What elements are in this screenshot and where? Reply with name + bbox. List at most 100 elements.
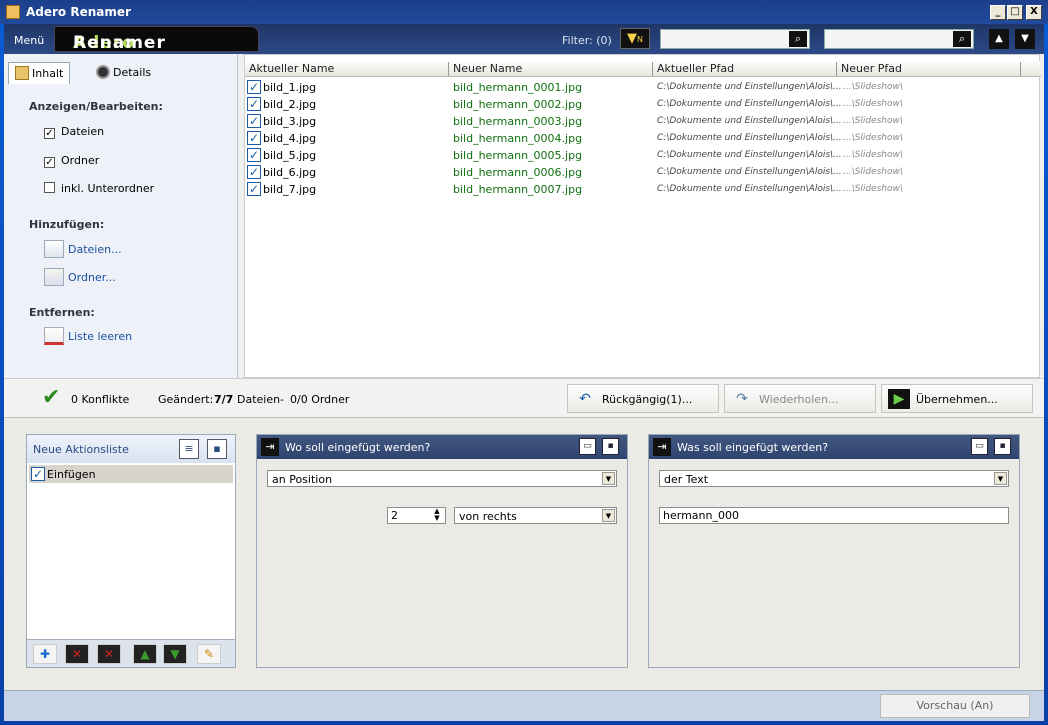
delete-icon[interactable]: ✕ [65, 644, 89, 664]
chevron-down-icon[interactable]: ▼ [602, 509, 615, 522]
move-down-icon[interactable]: ▼ [163, 644, 187, 664]
search-icon[interactable]: ⌕ [953, 31, 971, 47]
position-select[interactable]: an Position ▼ [267, 470, 617, 487]
tab-details[interactable]: Details [96, 62, 151, 84]
where-title: Wo soll eingefügt werden? [285, 441, 431, 454]
checkbox-subfolders-box[interactable] [44, 182, 55, 193]
position-number-stepper[interactable]: 2 ▲ ▼ [387, 507, 446, 524]
column-new-path[interactable]: Neuer Pfad [837, 62, 1021, 76]
remove-heading: Entfernen: [29, 306, 95, 319]
menu-button[interactable]: Menü [14, 34, 44, 47]
table-row[interactable]: ✓ bild_6.jpg bild_hermann_0006.jpg C:\Dokum… [245, 164, 1041, 181]
checkmark-icon: ✔ [42, 385, 61, 410]
tab-content[interactable]: Inhalt [8, 62, 71, 84]
chevron-down-icon[interactable]: ▼ [602, 472, 615, 485]
direction-select[interactable]: von rechts ▼ [454, 507, 617, 524]
table-row[interactable]: ✓ bild_3.jpg bild_hermann_0003.jpg C:\Dokum… [245, 113, 1041, 130]
checkbox-folders[interactable]: ✓ Ordner [44, 154, 99, 168]
changed-files-word: Dateien [237, 393, 281, 406]
filter-icon[interactable]: ▼N [620, 28, 650, 49]
checkbox-subfolders[interactable]: inkl. Unterordner [44, 182, 154, 195]
table-row[interactable]: ✓ bild_5.jpg bild_hermann_0005.jpg C:\Dokum… [245, 147, 1041, 164]
redo-button[interactable]: ↷ Wiederholen... [724, 384, 876, 413]
row-checkbox[interactable]: ✓ [247, 97, 261, 111]
move-up-icon[interactable]: ▲ [133, 644, 157, 664]
save-icon[interactable]: ▪ [207, 439, 227, 459]
add-folder-link[interactable]: Ordner... [44, 268, 116, 286]
search-icon[interactable]: ⌕ [789, 31, 807, 47]
edit-icon[interactable]: ✎ [197, 644, 221, 664]
filter-icon-label: N [637, 35, 643, 44]
changed-separator: - [280, 393, 284, 406]
row-checkbox[interactable]: ✓ [247, 80, 261, 94]
add-action-icon[interactable]: ✚ [33, 644, 57, 664]
column-new-name[interactable]: Neuer Name [449, 62, 653, 76]
action-list-item[interactable]: ✓ Einfügen [29, 465, 233, 483]
insert-type-select[interactable]: der Text ▼ [659, 470, 1009, 487]
show-edit-heading: Anzeigen/Bearbeiten: [29, 100, 163, 113]
spinner-icon[interactable]: ▲ ▼ [430, 508, 444, 523]
row-checkbox[interactable]: ✓ [247, 148, 261, 162]
add-folder-icon [44, 268, 64, 286]
table-row[interactable]: ✓ bild_4.jpg bild_hermann_0004.jpg C:\Dokum… [245, 130, 1041, 147]
title-bar: Adero Renamer _ □ X [0, 0, 1048, 24]
new-icon[interactable]: ▭ [579, 438, 596, 455]
tab-details-label: Details [113, 66, 152, 79]
undo-label: Rückgängig(1)... [602, 393, 693, 406]
arrow-down-icon[interactable]: ▼ [1015, 29, 1035, 49]
search-input-2[interactable]: ⌕ [824, 29, 974, 49]
table-row[interactable]: ✓ bild_2.jpg bild_hermann_0002.jpg C:\Dokum… [245, 96, 1041, 113]
insert-icon: ⇥ [261, 438, 279, 456]
row-checkbox[interactable]: ✓ [247, 182, 261, 196]
new-icon[interactable]: ▭ [971, 438, 988, 455]
where-panel: ⇥ Wo soll eingefügt werden? ▭ ▪ an Posit… [256, 434, 628, 668]
table-row[interactable]: ✓ bild_7.jpg bild_hermann_0007.jpg C:\Dokum… [245, 181, 1041, 198]
maximize-button[interactable]: □ [1007, 5, 1023, 20]
action-list-toolbar: ✚ ✕ ✕ ▲ ▼ ✎ [27, 639, 235, 667]
content-icon [15, 66, 29, 80]
position-value: an Position [272, 473, 333, 486]
search-input[interactable]: ⌕ [660, 29, 810, 49]
checkbox-files[interactable]: ✓ Dateien [44, 125, 104, 139]
row-checkbox[interactable]: ✓ [247, 165, 261, 179]
save-icon[interactable]: ▪ [602, 438, 619, 455]
preview-button[interactable]: Vorschau (An) [880, 694, 1030, 718]
add-heading: Hinzufügen: [29, 218, 105, 231]
checkbox-files-box[interactable]: ✓ [44, 128, 55, 139]
insert-icon: ⇥ [653, 438, 671, 456]
save-icon[interactable]: ▪ [994, 438, 1011, 455]
what-title: Was soll eingefügt werden? [677, 441, 829, 454]
undo-button[interactable]: ↶ Rückgängig(1)... [567, 384, 719, 413]
arrow-up-icon[interactable]: ▲ [989, 29, 1009, 49]
cell-new-name: bild_hermann_0003.jpg [453, 115, 583, 128]
insert-text-field[interactable]: hermann_000 [659, 507, 1009, 524]
direction-value: von rechts [459, 510, 517, 523]
clear-list-link[interactable]: Liste leeren [44, 327, 132, 345]
close-button[interactable]: X [1026, 5, 1042, 20]
cell-current-name: bild_4.jpg [263, 132, 317, 145]
add-files-link[interactable]: Dateien... [44, 240, 122, 258]
cell-current-path: C:\Dokumente und Einstellungen\Alois\... [657, 167, 842, 177]
minimize-button[interactable]: _ [990, 5, 1006, 20]
column-current-path[interactable]: Aktueller Pfad [653, 62, 837, 76]
what-panel: ⇥ Was soll eingefügt werden? ▭ ▪ der Tex… [648, 434, 1020, 668]
cell-new-name: bild_hermann_0007.jpg [453, 183, 583, 196]
load-list-icon[interactable]: ≡ [179, 439, 199, 459]
action-item-checkbox[interactable]: ✓ [31, 467, 45, 481]
play-icon: ▶ [888, 389, 910, 409]
table-row[interactable]: ✓ bild_1.jpg bild_hermann_0001.jpg C:\Dokum… [245, 79, 1041, 96]
cell-current-path: C:\Dokumente und Einstellungen\Alois\... [657, 150, 842, 160]
apply-button[interactable]: ▶ Übernehmen... [881, 384, 1033, 413]
cell-new-path: ...\Slideshow\ [843, 82, 903, 92]
row-checkbox[interactable]: ✓ [247, 131, 261, 145]
redo-label: Wiederholen... [759, 393, 839, 406]
clear-list-label: Liste leeren [68, 330, 133, 343]
undo-icon: ↶ [579, 391, 591, 407]
add-files-label: Dateien... [68, 243, 122, 256]
column-current-name[interactable]: Aktueller Name [245, 62, 449, 76]
row-checkbox[interactable]: ✓ [247, 114, 261, 128]
chevron-down-icon[interactable]: ▼ [994, 472, 1007, 485]
checkbox-folders-box[interactable]: ✓ [44, 157, 55, 168]
cell-current-name: bild_1.jpg [263, 81, 317, 94]
delete-all-icon[interactable]: ✕ [97, 644, 121, 664]
